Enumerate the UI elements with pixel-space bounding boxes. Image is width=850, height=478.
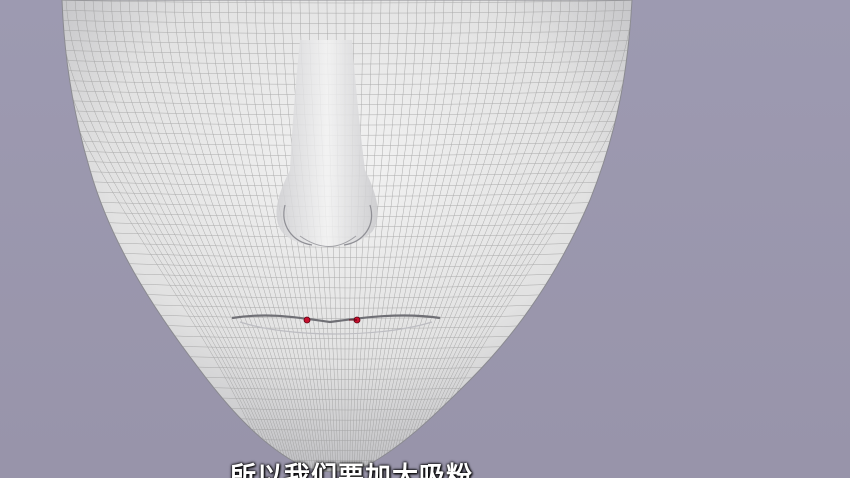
vertex-marker-left xyxy=(303,316,311,324)
face-mesh-render[interactable] xyxy=(0,0,850,478)
3d-viewport[interactable]: 所以我们要加大吸粉 xyxy=(0,0,850,478)
video-subtitle: 所以我们要加大吸粉 xyxy=(230,462,474,478)
